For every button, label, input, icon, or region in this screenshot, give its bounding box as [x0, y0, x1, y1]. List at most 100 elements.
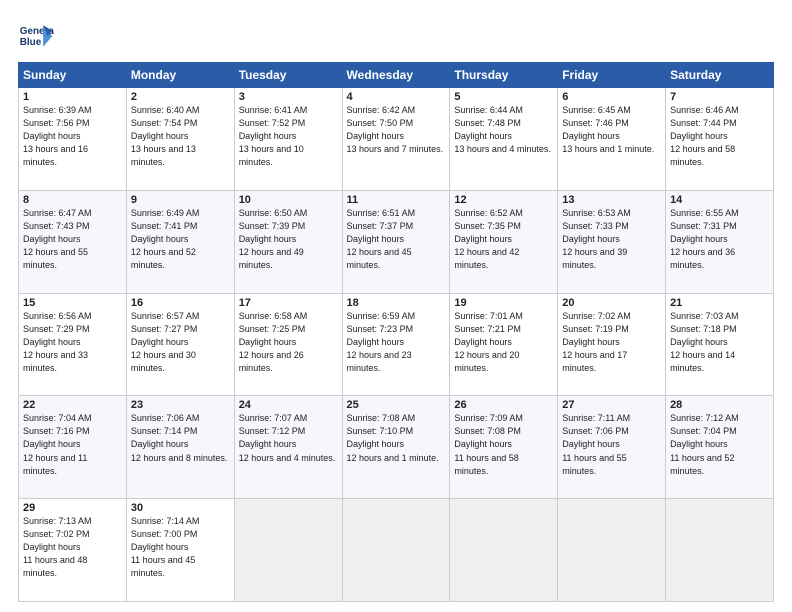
day-info: Sunrise: 6:56 AMSunset: 7:29 PMDaylight …: [23, 310, 122, 375]
calendar-body: 1Sunrise: 6:39 AMSunset: 7:56 PMDaylight…: [19, 88, 774, 602]
calendar-cell: 24Sunrise: 7:07 AMSunset: 7:12 PMDayligh…: [234, 396, 342, 499]
day-info: Sunrise: 7:14 AMSunset: 7:00 PMDaylight …: [131, 515, 230, 580]
calendar-cell: 16Sunrise: 6:57 AMSunset: 7:27 PMDayligh…: [126, 293, 234, 396]
day-info: Sunrise: 6:55 AMSunset: 7:31 PMDaylight …: [670, 207, 769, 272]
day-number: 15: [23, 297, 122, 309]
day-info: Sunrise: 7:02 AMSunset: 7:19 PMDaylight …: [562, 310, 661, 375]
calendar-cell: 28Sunrise: 7:12 AMSunset: 7:04 PMDayligh…: [666, 396, 774, 499]
header: General Blue: [18, 18, 774, 54]
day-number: 23: [131, 399, 230, 411]
day-info: Sunrise: 7:01 AMSunset: 7:21 PMDaylight …: [454, 310, 553, 375]
calendar-cell: [666, 499, 774, 602]
day-number: 18: [347, 297, 446, 309]
calendar-cell: 20Sunrise: 7:02 AMSunset: 7:19 PMDayligh…: [558, 293, 666, 396]
calendar-cell: 5Sunrise: 6:44 AMSunset: 7:48 PMDaylight…: [450, 88, 558, 191]
day-number: 22: [23, 399, 122, 411]
day-info: Sunrise: 6:53 AMSunset: 7:33 PMDaylight …: [562, 207, 661, 272]
day-number: 7: [670, 91, 769, 103]
day-info: Sunrise: 7:08 AMSunset: 7:10 PMDaylight …: [347, 412, 446, 464]
day-number: 28: [670, 399, 769, 411]
calendar-cell: 30Sunrise: 7:14 AMSunset: 7:00 PMDayligh…: [126, 499, 234, 602]
day-info: Sunrise: 6:44 AMSunset: 7:48 PMDaylight …: [454, 104, 553, 156]
day-number: 5: [454, 91, 553, 103]
day-number: 30: [131, 502, 230, 514]
day-number: 14: [670, 194, 769, 206]
day-info: Sunrise: 6:59 AMSunset: 7:23 PMDaylight …: [347, 310, 446, 375]
calendar-cell: 22Sunrise: 7:04 AMSunset: 7:16 PMDayligh…: [19, 396, 127, 499]
calendar-cell: 13Sunrise: 6:53 AMSunset: 7:33 PMDayligh…: [558, 190, 666, 293]
day-info: Sunrise: 6:41 AMSunset: 7:52 PMDaylight …: [239, 104, 338, 169]
calendar-cell: 25Sunrise: 7:08 AMSunset: 7:10 PMDayligh…: [342, 396, 450, 499]
calendar-week-2: 15Sunrise: 6:56 AMSunset: 7:29 PMDayligh…: [19, 293, 774, 396]
svg-text:Blue: Blue: [20, 37, 42, 48]
day-number: 21: [670, 297, 769, 309]
day-info: Sunrise: 6:46 AMSunset: 7:44 PMDaylight …: [670, 104, 769, 169]
day-number: 29: [23, 502, 122, 514]
calendar-week-0: 1Sunrise: 6:39 AMSunset: 7:56 PMDaylight…: [19, 88, 774, 191]
calendar-cell: 18Sunrise: 6:59 AMSunset: 7:23 PMDayligh…: [342, 293, 450, 396]
day-header-monday: Monday: [126, 63, 234, 88]
day-number: 24: [239, 399, 338, 411]
day-info: Sunrise: 6:57 AMSunset: 7:27 PMDaylight …: [131, 310, 230, 375]
calendar-cell: [450, 499, 558, 602]
logo-icon: General Blue: [18, 18, 54, 54]
page: General Blue SundayMondayTuesdayWednesda…: [0, 0, 792, 612]
day-number: 19: [454, 297, 553, 309]
calendar-cell: 7Sunrise: 6:46 AMSunset: 7:44 PMDaylight…: [666, 88, 774, 191]
day-number: 20: [562, 297, 661, 309]
day-number: 26: [454, 399, 553, 411]
day-info: Sunrise: 7:06 AMSunset: 7:14 PMDaylight …: [131, 412, 230, 464]
calendar-cell: 11Sunrise: 6:51 AMSunset: 7:37 PMDayligh…: [342, 190, 450, 293]
day-info: Sunrise: 6:45 AMSunset: 7:46 PMDaylight …: [562, 104, 661, 156]
calendar-table: SundayMondayTuesdayWednesdayThursdayFrid…: [18, 62, 774, 602]
calendar-week-3: 22Sunrise: 7:04 AMSunset: 7:16 PMDayligh…: [19, 396, 774, 499]
day-info: Sunrise: 6:47 AMSunset: 7:43 PMDaylight …: [23, 207, 122, 272]
day-info: Sunrise: 7:11 AMSunset: 7:06 PMDaylight …: [562, 412, 661, 477]
calendar-cell: 9Sunrise: 6:49 AMSunset: 7:41 PMDaylight…: [126, 190, 234, 293]
day-number: 10: [239, 194, 338, 206]
day-number: 17: [239, 297, 338, 309]
day-number: 8: [23, 194, 122, 206]
day-info: Sunrise: 6:42 AMSunset: 7:50 PMDaylight …: [347, 104, 446, 156]
day-header-sunday: Sunday: [19, 63, 127, 88]
day-info: Sunrise: 6:51 AMSunset: 7:37 PMDaylight …: [347, 207, 446, 272]
day-header-tuesday: Tuesday: [234, 63, 342, 88]
day-info: Sunrise: 7:04 AMSunset: 7:16 PMDaylight …: [23, 412, 122, 477]
day-info: Sunrise: 6:50 AMSunset: 7:39 PMDaylight …: [239, 207, 338, 272]
day-number: 9: [131, 194, 230, 206]
day-number: 6: [562, 91, 661, 103]
calendar-cell: 29Sunrise: 7:13 AMSunset: 7:02 PMDayligh…: [19, 499, 127, 602]
day-number: 3: [239, 91, 338, 103]
calendar-cell: 19Sunrise: 7:01 AMSunset: 7:21 PMDayligh…: [450, 293, 558, 396]
calendar-cell: 26Sunrise: 7:09 AMSunset: 7:08 PMDayligh…: [450, 396, 558, 499]
calendar-cell: [234, 499, 342, 602]
calendar-week-4: 29Sunrise: 7:13 AMSunset: 7:02 PMDayligh…: [19, 499, 774, 602]
day-info: Sunrise: 6:39 AMSunset: 7:56 PMDaylight …: [23, 104, 122, 169]
day-info: Sunrise: 6:52 AMSunset: 7:35 PMDaylight …: [454, 207, 553, 272]
day-info: Sunrise: 6:40 AMSunset: 7:54 PMDaylight …: [131, 104, 230, 169]
day-number: 12: [454, 194, 553, 206]
day-info: Sunrise: 7:12 AMSunset: 7:04 PMDaylight …: [670, 412, 769, 477]
day-header-thursday: Thursday: [450, 63, 558, 88]
day-info: Sunrise: 7:03 AMSunset: 7:18 PMDaylight …: [670, 310, 769, 375]
calendar-cell: 8Sunrise: 6:47 AMSunset: 7:43 PMDaylight…: [19, 190, 127, 293]
calendar-cell: [342, 499, 450, 602]
calendar-cell: 12Sunrise: 6:52 AMSunset: 7:35 PMDayligh…: [450, 190, 558, 293]
day-number: 16: [131, 297, 230, 309]
calendar-cell: 23Sunrise: 7:06 AMSunset: 7:14 PMDayligh…: [126, 396, 234, 499]
day-number: 11: [347, 194, 446, 206]
day-number: 27: [562, 399, 661, 411]
day-number: 1: [23, 91, 122, 103]
day-header-wednesday: Wednesday: [342, 63, 450, 88]
calendar-header: SundayMondayTuesdayWednesdayThursdayFrid…: [19, 63, 774, 88]
calendar-cell: 21Sunrise: 7:03 AMSunset: 7:18 PMDayligh…: [666, 293, 774, 396]
day-info: Sunrise: 6:49 AMSunset: 7:41 PMDaylight …: [131, 207, 230, 272]
day-number: 4: [347, 91, 446, 103]
day-info: Sunrise: 6:58 AMSunset: 7:25 PMDaylight …: [239, 310, 338, 375]
calendar-cell: 17Sunrise: 6:58 AMSunset: 7:25 PMDayligh…: [234, 293, 342, 396]
day-info: Sunrise: 7:07 AMSunset: 7:12 PMDaylight …: [239, 412, 338, 464]
calendar-cell: 2Sunrise: 6:40 AMSunset: 7:54 PMDaylight…: [126, 88, 234, 191]
calendar-cell: 3Sunrise: 6:41 AMSunset: 7:52 PMDaylight…: [234, 88, 342, 191]
calendar-cell: [558, 499, 666, 602]
day-number: 2: [131, 91, 230, 103]
